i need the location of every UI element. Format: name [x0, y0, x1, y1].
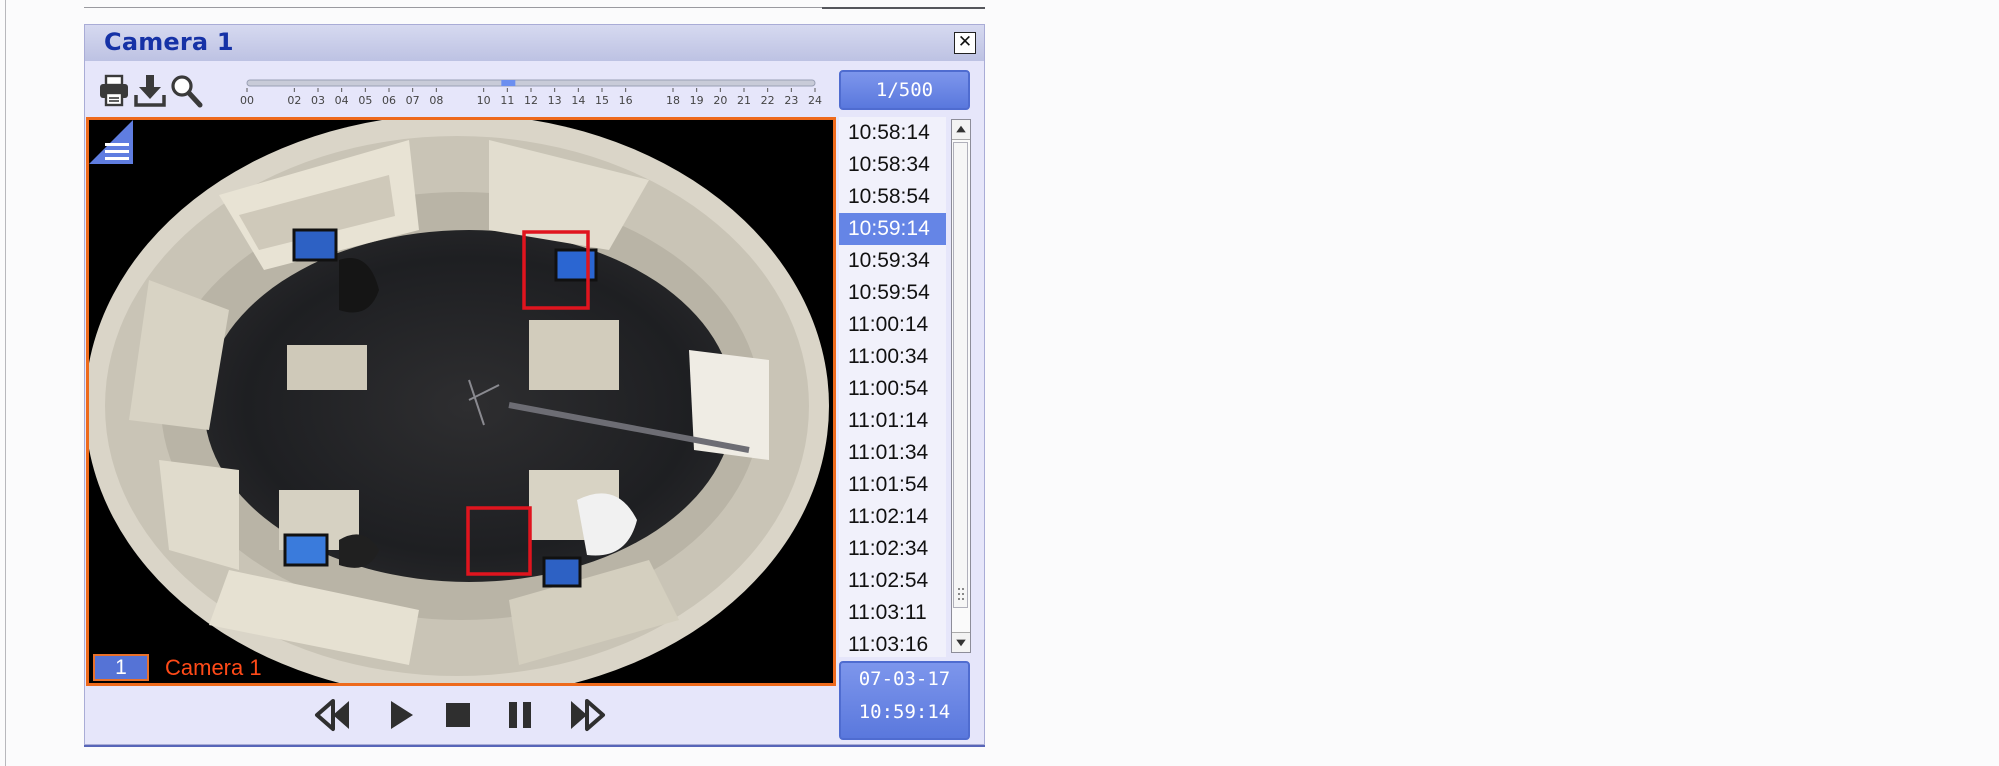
timestamp-item[interactable]: 10:59:14	[839, 213, 946, 245]
timeline-hour-label: 19	[690, 94, 704, 107]
timestamp-item[interactable]: 11:03:16	[839, 629, 946, 657]
camera-name-overlay: Camera 1	[165, 655, 262, 680]
timeline-hour-label: 21	[737, 94, 751, 107]
timestamp-item[interactable]: 11:01:34	[839, 437, 946, 469]
timestamp-item[interactable]: 11:01:14	[839, 405, 946, 437]
timeline-hour-label: 23	[784, 94, 798, 107]
printer-icon[interactable]	[97, 73, 131, 109]
timestamp-item[interactable]: 10:59:54	[839, 277, 946, 309]
date-readout: 07-03-17	[858, 668, 951, 690]
timestamp-item[interactable]: 10:58:14	[839, 117, 946, 149]
timeline-hour-label: 04	[335, 94, 349, 107]
timeline-hour-label: 00	[240, 94, 254, 107]
camera-number-badge: 1	[93, 654, 149, 681]
timeline-hour-label: 06	[382, 94, 396, 107]
timeline-hour-label: 10	[477, 94, 491, 107]
datetime-display: 07-03-17 10:59:14	[839, 661, 970, 740]
timeline-hour-label: 16	[619, 94, 633, 107]
download-icon[interactable]	[133, 73, 167, 109]
scroll-up-icon[interactable]	[952, 120, 970, 140]
fisheye-camera-image	[89, 120, 833, 683]
timestamp-item[interactable]: 11:00:54	[839, 373, 946, 405]
timestamp-item[interactable]: 10:58:34	[839, 149, 946, 181]
page-divider-left	[5, 0, 6, 766]
timestamp-item[interactable]: 10:58:54	[839, 181, 946, 213]
timeline-hour-label: 15	[595, 94, 609, 107]
window-title: Camera 1	[104, 28, 234, 56]
timestamp-item[interactable]: 11:02:34	[839, 533, 946, 565]
fast-forward-icon[interactable]	[567, 697, 607, 733]
timeline-hour-label: 24	[808, 94, 822, 107]
close-button[interactable]: ✕	[954, 32, 976, 54]
time-readout: 10:59:14	[858, 701, 951, 723]
timeline-hour-label: 11	[500, 94, 514, 107]
menu-icon[interactable]	[89, 120, 133, 164]
timestamp-list[interactable]: 10:58:14 10:58:34 10:58:54 10:59:14 10:59:34…	[839, 117, 946, 657]
timestamp-item[interactable]: 10:59:34	[839, 245, 946, 277]
timeline-hour-label: 07	[406, 94, 420, 107]
window-bottom-border	[84, 745, 985, 747]
frame-counter: 1/500	[839, 70, 970, 110]
play-icon[interactable]	[387, 697, 417, 733]
timeline-hour-label: 02	[287, 94, 301, 107]
timeline-position-marker[interactable]	[501, 80, 516, 86]
timestamp-scrollbar[interactable]	[951, 119, 971, 653]
timestamp-item[interactable]: 11:03:11	[839, 597, 946, 629]
scroll-down-icon[interactable]	[952, 632, 970, 652]
timeline-hour-label: 13	[548, 94, 562, 107]
timeline-hour-label: 08	[429, 94, 443, 107]
timeline-hour-label: 14	[571, 94, 585, 107]
timeline-hour-label: 03	[311, 94, 325, 107]
magnifier-icon[interactable]	[169, 73, 203, 109]
timeline-hour-label: 05	[358, 94, 372, 107]
grip-icon	[958, 588, 964, 600]
hour-timeline[interactable]: 00 02 03 04 05 06 07 08 10 11 12 13 14 15 16 18 19 20 21 22…	[229, 70, 829, 110]
rewind-icon[interactable]	[313, 697, 353, 733]
timeline-hour-label: 18	[666, 94, 680, 107]
timeline-hour-label: 20	[713, 94, 727, 107]
timeline-hour-label: 22	[761, 94, 775, 107]
timeline-hour-label: 12	[524, 94, 538, 107]
timestamp-item[interactable]: 11:02:54	[839, 565, 946, 597]
scroll-thumb[interactable]	[953, 142, 968, 608]
title-bar[interactable]: Camera 1 ✕	[85, 25, 984, 61]
page-divider-top-dark	[822, 7, 985, 9]
timestamp-item[interactable]: 11:01:54	[839, 469, 946, 501]
camera-window: Camera 1 ✕ 00 02 03 04 05 06 07 08 10 11 12 13 14 15 1…	[84, 24, 985, 745]
video-viewport[interactable]: 1 Camera 1	[86, 117, 836, 686]
timeline-track[interactable]	[246, 79, 816, 87]
timestamp-item[interactable]: 11:00:14	[839, 309, 946, 341]
stop-icon[interactable]	[443, 697, 473, 733]
timestamp-item[interactable]: 11:00:34	[839, 341, 946, 373]
pause-icon[interactable]	[505, 697, 535, 733]
timestamp-item[interactable]: 11:02:14	[839, 501, 946, 533]
